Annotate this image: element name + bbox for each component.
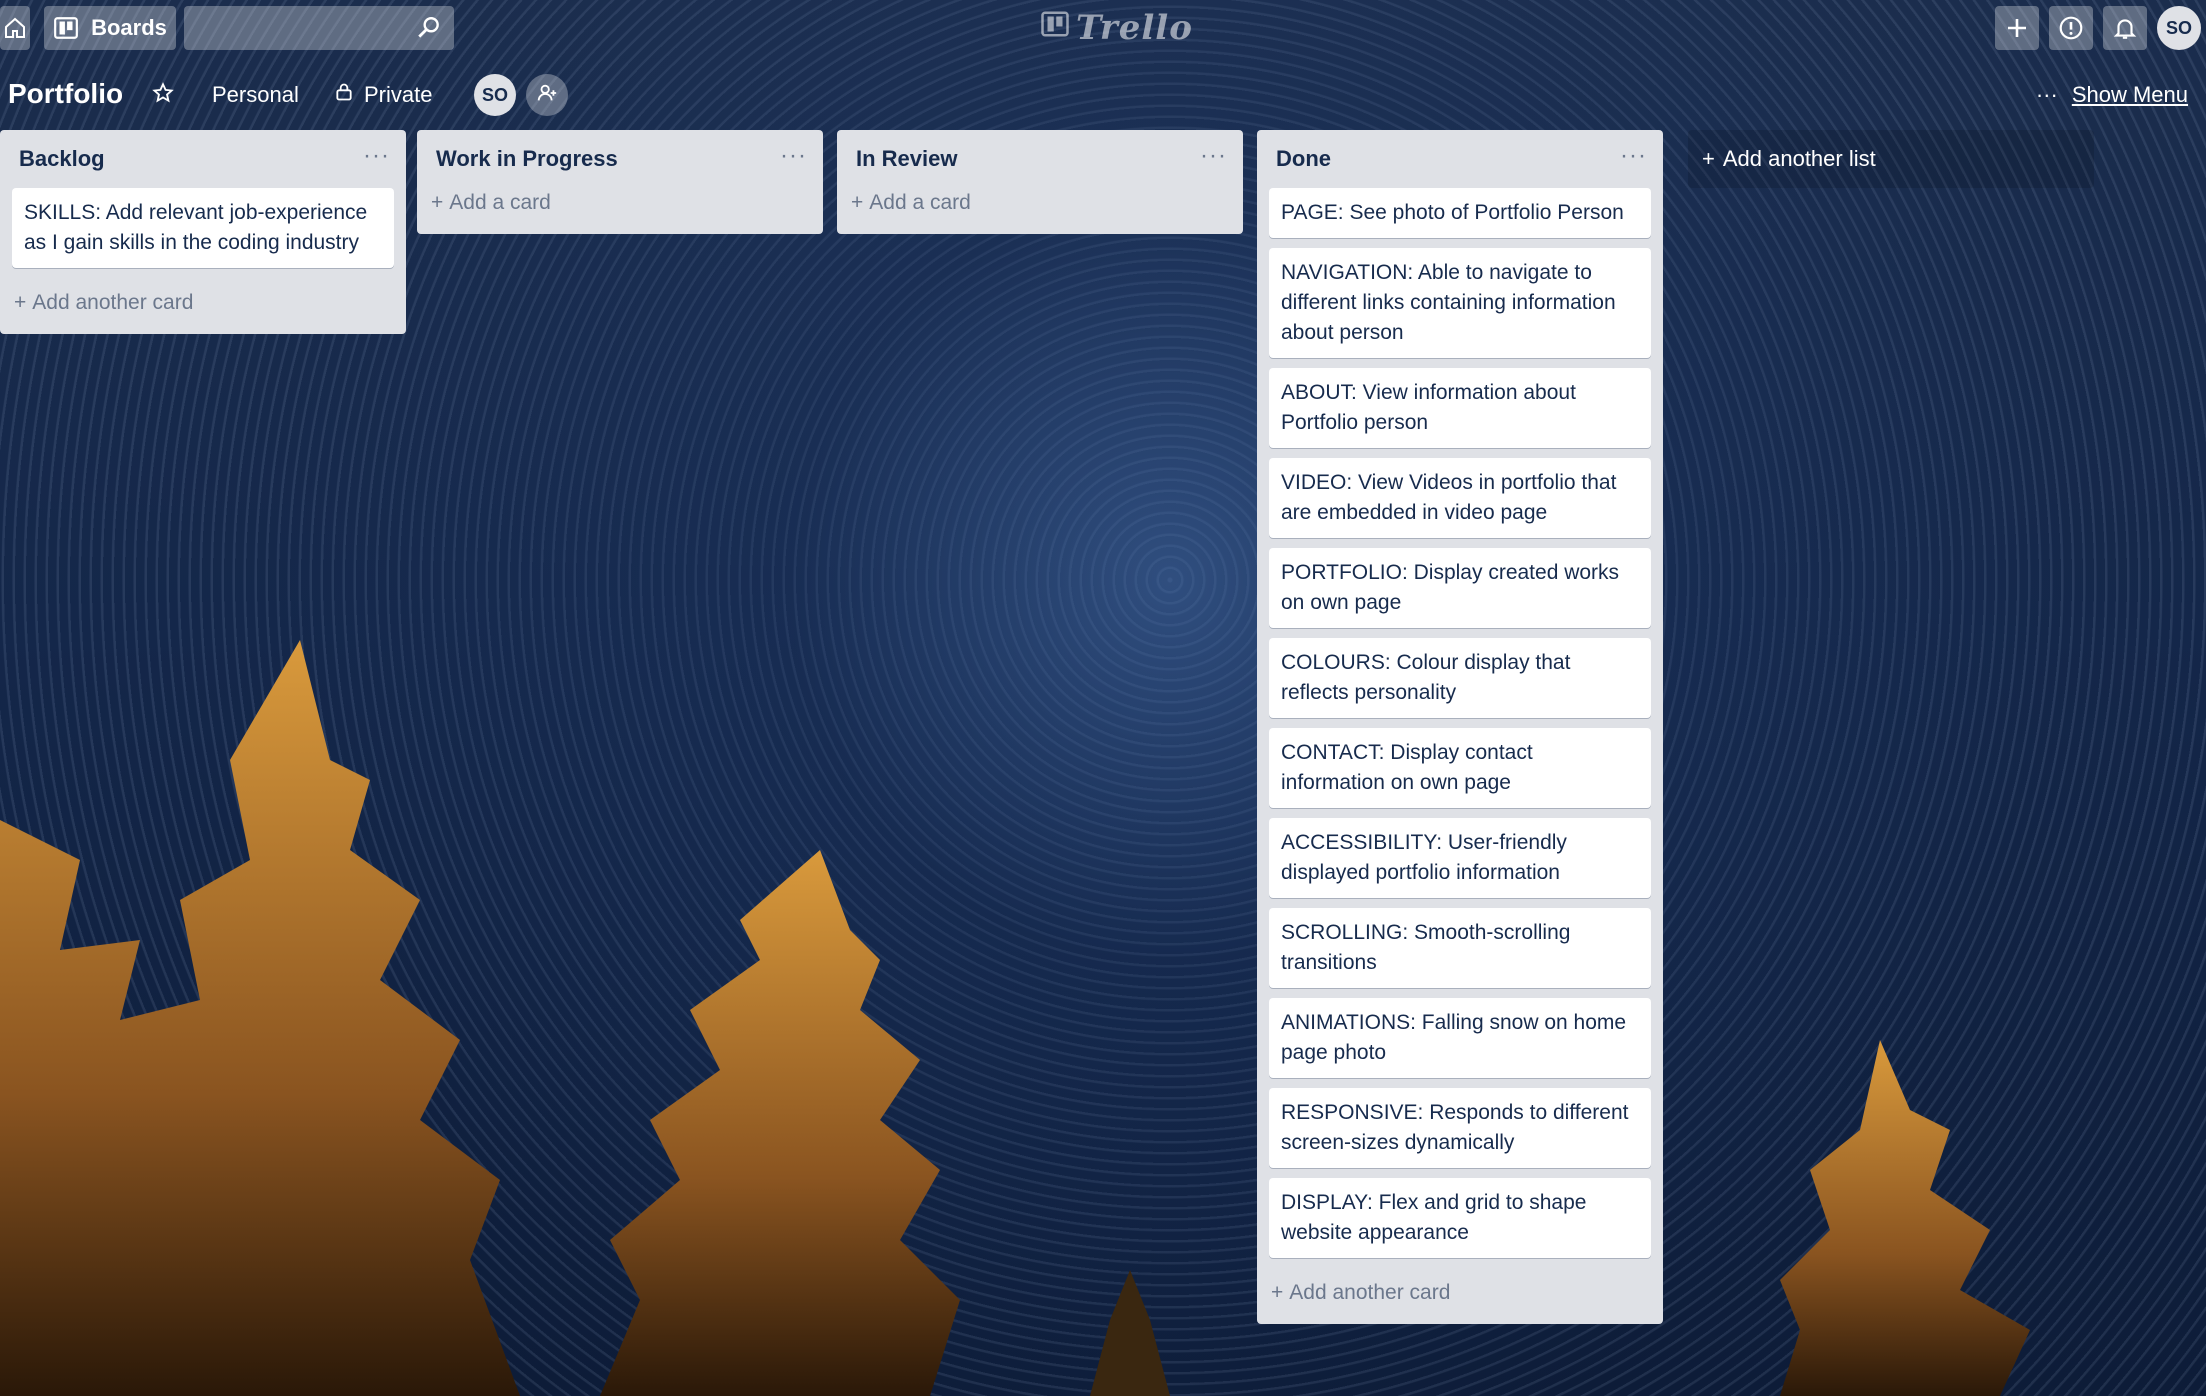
list-in-review: In Review ··· + Add a card <box>837 130 1243 234</box>
show-menu-label: Show Menu <box>2071 82 2188 107</box>
more-icon: ··· <box>2035 82 2058 107</box>
list-title[interactable]: In Review <box>856 146 957 172</box>
privacy-button[interactable]: Private <box>334 82 432 108</box>
card[interactable]: PAGE: See photo of Portfolio Person <box>1269 188 1651 238</box>
team-visibility-button[interactable]: Personal <box>212 82 299 108</box>
plus-icon: + <box>851 191 864 214</box>
plus-icon: + <box>14 291 27 314</box>
add-list-button[interactable]: + Add another list <box>1688 130 2094 188</box>
list-title[interactable]: Backlog <box>19 146 105 172</box>
star-button[interactable] <box>152 82 174 110</box>
list-title[interactable]: Done <box>1276 146 1331 172</box>
bell-icon <box>2112 15 2138 41</box>
plus-icon <box>2005 16 2029 40</box>
card[interactable]: VIDEO: View Videos in portfolio that are… <box>1269 458 1651 538</box>
boards-button[interactable]: Boards <box>44 6 176 50</box>
plus-icon: + <box>1271 1281 1284 1304</box>
trello-logo[interactable]: Trello <box>1040 8 1193 48</box>
user-avatar[interactable]: SO <box>2157 6 2201 50</box>
info-button[interactable] <box>2049 6 2093 50</box>
list-menu-icon[interactable]: ··· <box>1200 142 1227 170</box>
trello-logo-text: Trello <box>1076 8 1193 48</box>
search-input[interactable] <box>184 6 428 50</box>
card[interactable]: DISPLAY: Flex and grid to shape website … <box>1269 1178 1651 1258</box>
plus-icon: + <box>431 191 444 214</box>
list-work-in-progress: Work in Progress ··· + Add a card <box>417 130 823 234</box>
invite-member-button[interactable] <box>526 74 568 116</box>
card[interactable]: SCROLLING: Smooth-scrolling transitions <box>1269 908 1651 988</box>
card[interactable]: RESPONSIVE: Responds to different screen… <box>1269 1088 1651 1168</box>
add-card-label: Add a card <box>449 191 551 214</box>
card[interactable]: COLOURS: Colour display that reflects pe… <box>1269 638 1651 718</box>
top-navigation-bar: Boards Trello SO <box>0 0 2206 56</box>
boards-icon <box>53 15 79 41</box>
trello-logo-icon <box>1040 8 1070 48</box>
card[interactable]: ACCESSIBILITY: User-friendly displayed p… <box>1269 818 1651 898</box>
list-done: Done ··· PAGE: See photo of Portfolio Pe… <box>1257 130 1663 1324</box>
info-icon <box>2058 15 2084 41</box>
list-menu-icon[interactable]: ··· <box>363 142 390 170</box>
card[interactable]: SKILLS: Add relevant job-experience as I… <box>12 188 394 268</box>
search-icon[interactable] <box>416 15 442 46</box>
list-menu-icon[interactable]: ··· <box>780 142 807 170</box>
create-button[interactable] <box>1995 6 2039 50</box>
card[interactable]: NAVIGATION: Able to navigate to differen… <box>1269 248 1651 358</box>
card[interactable]: ABOUT: View information about Portfolio … <box>1269 368 1651 448</box>
list-title[interactable]: Work in Progress <box>436 146 618 172</box>
team-label: Personal <box>212 82 299 107</box>
list-backlog: Backlog ··· SKILLS: Add relevant job-exp… <box>0 130 406 334</box>
board-title[interactable]: Portfolio <box>8 78 123 110</box>
card[interactable]: CONTACT: Display contact information on … <box>1269 728 1651 808</box>
add-card-button[interactable]: + Add another card <box>1257 1268 1663 1318</box>
show-menu-button[interactable]: ··· Show Menu <box>2036 82 2188 108</box>
notifications-button[interactable] <box>2103 6 2147 50</box>
add-card-label: Add another card <box>32 291 194 314</box>
add-card-label: Add a card <box>869 191 971 214</box>
member-avatar[interactable]: SO <box>474 74 516 116</box>
home-icon <box>3 16 27 40</box>
add-card-button[interactable]: + Add another card <box>0 278 406 328</box>
home-button[interactable] <box>0 6 30 50</box>
search-field[interactable] <box>184 6 454 50</box>
lock-icon <box>334 82 354 108</box>
boards-label: Boards <box>91 15 167 40</box>
star-icon <box>152 82 174 110</box>
add-list-label: Add another list <box>1722 146 1876 171</box>
add-card-label: Add another card <box>1289 1281 1451 1304</box>
visibility-label: Private <box>364 82 433 107</box>
list-menu-icon[interactable]: ··· <box>1620 142 1647 170</box>
card[interactable]: ANIMATIONS: Falling snow on home page ph… <box>1269 998 1651 1078</box>
add-person-icon <box>536 82 558 109</box>
plus-icon: + <box>1702 146 1715 171</box>
card[interactable]: PORTFOLIO: Display created works on own … <box>1269 548 1651 628</box>
board-header: Portfolio Personal Private SO ··· Show M… <box>0 70 2206 120</box>
